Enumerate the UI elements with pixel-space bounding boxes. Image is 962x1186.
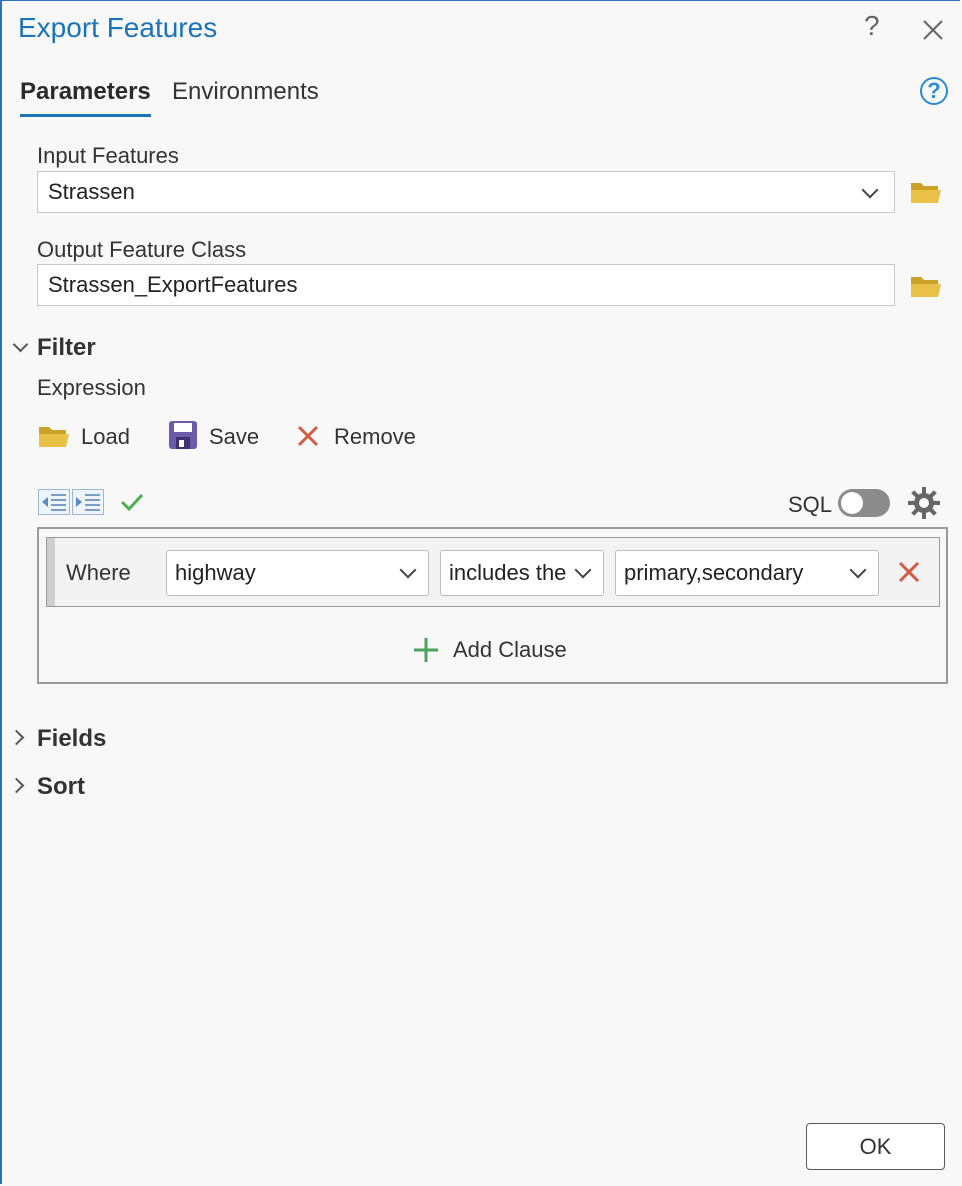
save-icon [169,421,197,449]
sort-section-header[interactable]: Sort [37,773,85,801]
tool-help-icon[interactable]: ? [920,77,948,105]
remove-x-icon [297,425,319,447]
operator-value: includes the [449,560,567,585]
add-clause-button[interactable]: Add Clause [413,633,583,667]
clause-row: Where highway includes the primary,secon… [46,537,940,607]
sql-label: SQL [788,492,833,517]
folder-open-icon[interactable] [910,274,942,298]
add-clause-label: Add Clause [453,637,567,662]
value-dropdown[interactable]: primary,secondary [615,550,879,596]
input-features-label: Input Features [37,143,179,168]
verify-check-icon[interactable] [120,491,144,513]
query-builder: Where highway includes the primary,secon… [37,527,948,684]
load-label: Load [81,424,130,449]
sql-toggle[interactable] [838,489,890,517]
remove-label: Remove [334,424,416,449]
folder-open-icon[interactable] [910,180,942,204]
drag-handle[interactable] [47,538,55,606]
toggle-knob [841,492,863,514]
dialog-title: Export Features [18,12,218,43]
output-feature-class-label: Output Feature Class [37,237,247,262]
remove-button[interactable]: Remove [296,420,426,454]
chevron-down-icon [849,561,867,579]
remove-clause-icon[interactable] [898,561,920,583]
indent-icon[interactable] [72,489,104,515]
tab-parameters[interactable]: Parameters [20,78,151,117]
close-button[interactable] [922,9,944,49]
filter-section-header[interactable]: Filter [37,334,96,362]
field-value: highway [175,560,256,585]
gear-icon[interactable] [907,486,941,520]
input-features-value: Strassen [48,179,135,204]
tab-environments[interactable]: Environments [172,78,319,106]
operator-dropdown[interactable]: includes the [440,550,604,596]
expression-label: Expression [37,375,146,400]
close-icon [923,20,943,40]
value-value: primary,secondary [624,560,804,585]
chevron-down-icon [861,181,879,199]
load-button[interactable]: Load [38,422,138,454]
folder-open-icon [39,427,69,447]
field-dropdown[interactable]: highway [166,550,429,596]
help-button[interactable]: ? [864,10,880,42]
where-label: Where [66,560,131,585]
plus-icon [414,638,438,662]
outdent-icon[interactable] [38,489,70,515]
save-label: Save [209,424,260,449]
fields-section-header[interactable]: Fields [37,725,106,753]
ok-button[interactable]: OK [806,1123,945,1170]
save-button[interactable]: Save [168,420,268,454]
output-feature-class-input[interactable]: Strassen_ExportFeatures [37,264,895,306]
input-features-dropdown[interactable]: Strassen [37,171,895,213]
output-feature-class-value: Strassen_ExportFeatures [48,272,298,297]
chevron-down-icon [399,561,417,579]
